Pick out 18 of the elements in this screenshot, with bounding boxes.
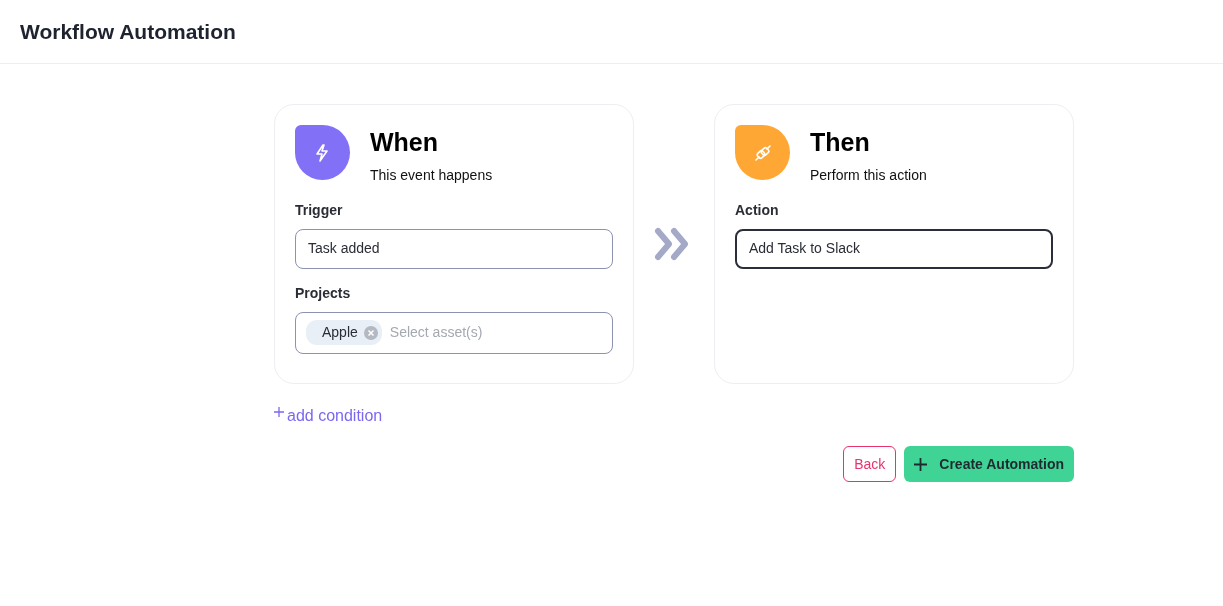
field-label: Trigger xyxy=(295,200,344,220)
plus-icon xyxy=(274,407,284,417)
card-title: Then xyxy=(810,129,871,157)
card-subtitle: Perform this action xyxy=(810,165,927,185)
field-label: Projects xyxy=(295,283,352,303)
page-title: Workflow Automation xyxy=(20,18,236,45)
field-label: Action xyxy=(735,200,780,220)
select-field[interactable]: Add Task to Slack xyxy=(735,228,1053,269)
card-title: When xyxy=(370,129,440,157)
select-field[interactable]: Task added xyxy=(295,228,613,269)
tag-input-field[interactable]: Apple Select asset(s) xyxy=(295,311,613,354)
back-button[interactable]: Back xyxy=(843,446,897,482)
tag-label: Apple xyxy=(322,323,358,342)
add-condition-link[interactable]: add condition xyxy=(274,404,383,428)
card-subtitle: This event happens xyxy=(370,165,493,185)
plus-icon xyxy=(914,457,928,471)
create-automation-button[interactable]: Create Automation xyxy=(904,446,1074,482)
remove-tag-icon[interactable] xyxy=(363,325,378,340)
